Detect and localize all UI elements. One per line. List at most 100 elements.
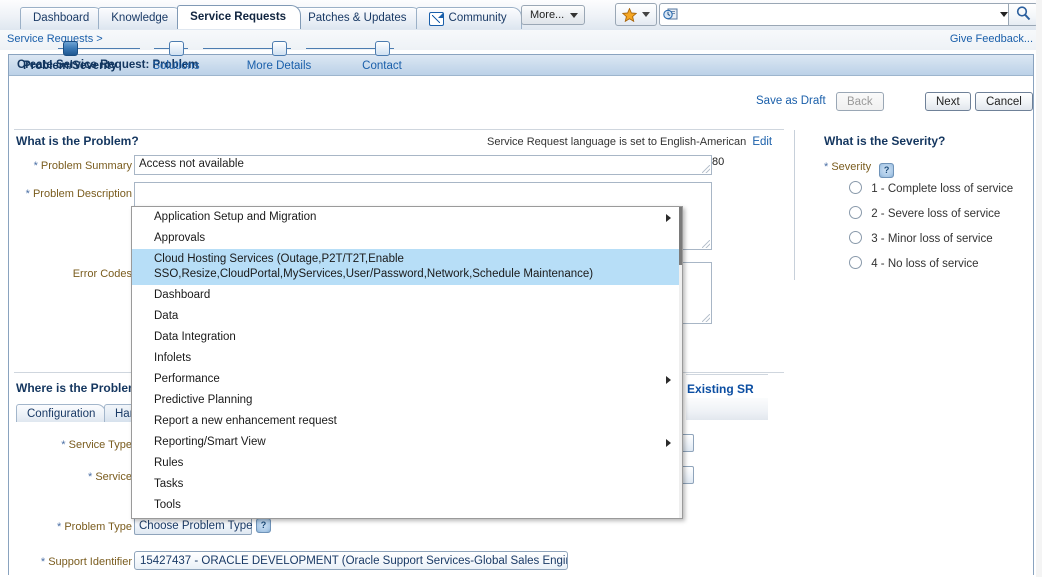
menu-item[interactable]: Dashboard — [132, 285, 682, 306]
radio-icon[interactable] — [849, 231, 862, 244]
search-button[interactable] — [1008, 3, 1038, 26]
resize-handle-icon[interactable] — [702, 240, 710, 248]
tab-dashboard[interactable]: Dashboard — [20, 7, 104, 29]
problem-summary-label-text: Problem Summary — [41, 160, 132, 172]
next-button[interactable]: Next — [925, 92, 971, 111]
menu-item[interactable]: Approvals — [132, 228, 682, 249]
problem-type-label-text: Problem Type — [64, 521, 132, 533]
external-link-icon — [429, 12, 444, 26]
menu-item[interactable]: Application Setup and Migration — [132, 207, 682, 228]
problem-description-label-text: Problem Description — [33, 188, 132, 200]
resize-handle-icon[interactable] — [702, 165, 710, 173]
train-step-node-contact[interactable] — [375, 41, 390, 56]
radio-icon[interactable] — [849, 256, 862, 269]
radio-icon[interactable] — [849, 181, 862, 194]
existing-sr-link[interactable]: Existing SR — [687, 382, 754, 396]
train-step-node-more-details[interactable] — [272, 41, 287, 56]
menu-item[interactable]: Predictive Planning — [132, 390, 682, 411]
menu-item-label: Tasks — [154, 478, 183, 490]
tab-service-requests[interactable]: Service Requests — [177, 5, 301, 29]
app-root: Dashboard Knowledge Service Requests Pat… — [0, 0, 1042, 577]
subtab-configuration[interactable]: Configuration — [16, 404, 106, 422]
tab-label: Patches & Updates — [308, 8, 406, 29]
menu-item[interactable]: Report a new enhancement request — [132, 411, 682, 432]
severity-label: * Severity ? — [824, 161, 894, 178]
severity-label-text: Severity — [831, 161, 871, 173]
train-step-label-more-details[interactable]: More Details — [247, 60, 312, 72]
cancel-button[interactable]: Cancel — [975, 92, 1033, 111]
severity-option-1[interactable]: 1 - Complete loss of service — [849, 181, 1013, 195]
tab-list: Dashboard Knowledge Service Requests Pat… — [20, 3, 516, 29]
menu-item-label: Dashboard — [154, 289, 210, 301]
severity-option-4[interactable]: 4 - No loss of service — [849, 256, 979, 270]
chevron-down-icon[interactable] — [1000, 12, 1008, 17]
required-indicator: * — [88, 471, 92, 483]
problem-section-heading: What is the Problem? — [16, 134, 139, 148]
train-step-node-solutions[interactable] — [169, 41, 184, 56]
menu-item-selected[interactable]: Cloud Hosting Services (Outage,P2T/T2T,E… — [132, 249, 682, 285]
menu-item[interactable]: Data — [132, 306, 682, 327]
menu-item-label: Approvals — [154, 232, 205, 244]
problem-description-label: * Problem Description — [8, 188, 132, 200]
problem-summary-label: * Problem Summary — [20, 160, 132, 172]
menu-item-label: Cloud Hosting Services (Outage,P2T/T2T,E… — [154, 253, 593, 280]
star-icon — [622, 8, 637, 22]
menu-scrollbar[interactable] — [679, 207, 682, 518]
tab-community[interactable]: Community — [416, 7, 522, 29]
tab-patches-and-updates[interactable]: Patches & Updates — [295, 7, 421, 29]
back-button[interactable]: Back — [836, 92, 884, 111]
menu-item[interactable]: Rules — [132, 453, 682, 474]
resize-handle-icon[interactable] — [702, 314, 710, 322]
menu-item[interactable]: Tools — [132, 495, 682, 516]
severity-option-3[interactable]: 3 - Minor loss of service — [849, 231, 993, 245]
favorites-button[interactable] — [615, 3, 657, 26]
train-step-label-contact[interactable]: Contact — [362, 60, 402, 72]
severity-section-heading: What is the Severity? — [824, 134, 945, 148]
help-icon[interactable]: ? — [879, 163, 894, 178]
language-edit-link[interactable]: Edit — [752, 136, 772, 148]
severity-option-label: 4 - No loss of service — [871, 258, 978, 270]
menu-item[interactable]: Reporting/Smart View — [132, 432, 682, 453]
more-menu-button[interactable]: More... — [521, 5, 585, 25]
required-indicator: * — [57, 521, 61, 533]
menu-scrollbar-thumb[interactable] — [679, 207, 682, 265]
required-indicator: * — [61, 439, 65, 451]
language-note-text: Service Request language is set to Engli… — [487, 136, 746, 148]
menu-item-label: Performance — [154, 373, 220, 385]
required-indicator: * — [824, 161, 828, 173]
help-icon[interactable]: ? — [256, 518, 271, 533]
support-identifier-label-text: Support Identifier — [48, 556, 132, 568]
menu-item[interactable]: Data Integration — [132, 327, 682, 348]
problem-type-label: * Problem Type — [16, 521, 132, 533]
history-clock-icon — [663, 7, 678, 22]
submenu-arrow-icon — [666, 376, 671, 384]
service-label-text: Service — [95, 471, 132, 483]
menu-item[interactable]: Performance — [132, 369, 682, 390]
section-divider — [686, 374, 768, 375]
problem-summary-value: Access not available — [139, 158, 244, 170]
submenu-arrow-icon — [666, 214, 671, 222]
search-input[interactable] — [659, 3, 1013, 26]
menu-item[interactable]: Tasks — [132, 474, 682, 495]
train-step-label-problem-severity[interactable]: Problem/Severity — [23, 60, 117, 72]
menu-item[interactable]: Infolets — [132, 348, 682, 369]
give-feedback-link[interactable]: Give Feedback... — [950, 33, 1033, 45]
save-as-draft-link[interactable]: Save as Draft — [756, 95, 826, 107]
problem-type-dropdown-menu[interactable]: Application Setup and Migration Approval… — [131, 206, 683, 519]
tab-label: Knowledge — [111, 8, 168, 29]
existing-sr-button-placeholder[interactable] — [686, 398, 768, 420]
tab-knowledge[interactable]: Knowledge — [98, 7, 183, 29]
problem-type-select[interactable]: Choose Problem Type — [134, 517, 252, 535]
vertical-divider — [794, 130, 795, 280]
required-indicator: * — [26, 188, 30, 200]
subtab-label: Configuration — [27, 408, 95, 420]
train-step-node-problem-severity[interactable] — [63, 41, 78, 56]
problem-summary-input[interactable]: Access not available — [134, 155, 712, 175]
train-step-label-solutions[interactable]: Solutions — [152, 60, 199, 72]
radio-icon[interactable] — [849, 206, 862, 219]
progress-train: Problem/Severity Solutions More Details … — [18, 38, 418, 78]
page-scrollbar[interactable] — [1036, 0, 1042, 577]
support-identifier-lov[interactable]: 15427437 - ORACLE DEVELOPMENT (Oracle Su… — [134, 551, 568, 570]
severity-option-2[interactable]: 2 - Severe loss of service — [849, 206, 1000, 220]
menu-item-label: Reporting/Smart View — [154, 436, 266, 448]
